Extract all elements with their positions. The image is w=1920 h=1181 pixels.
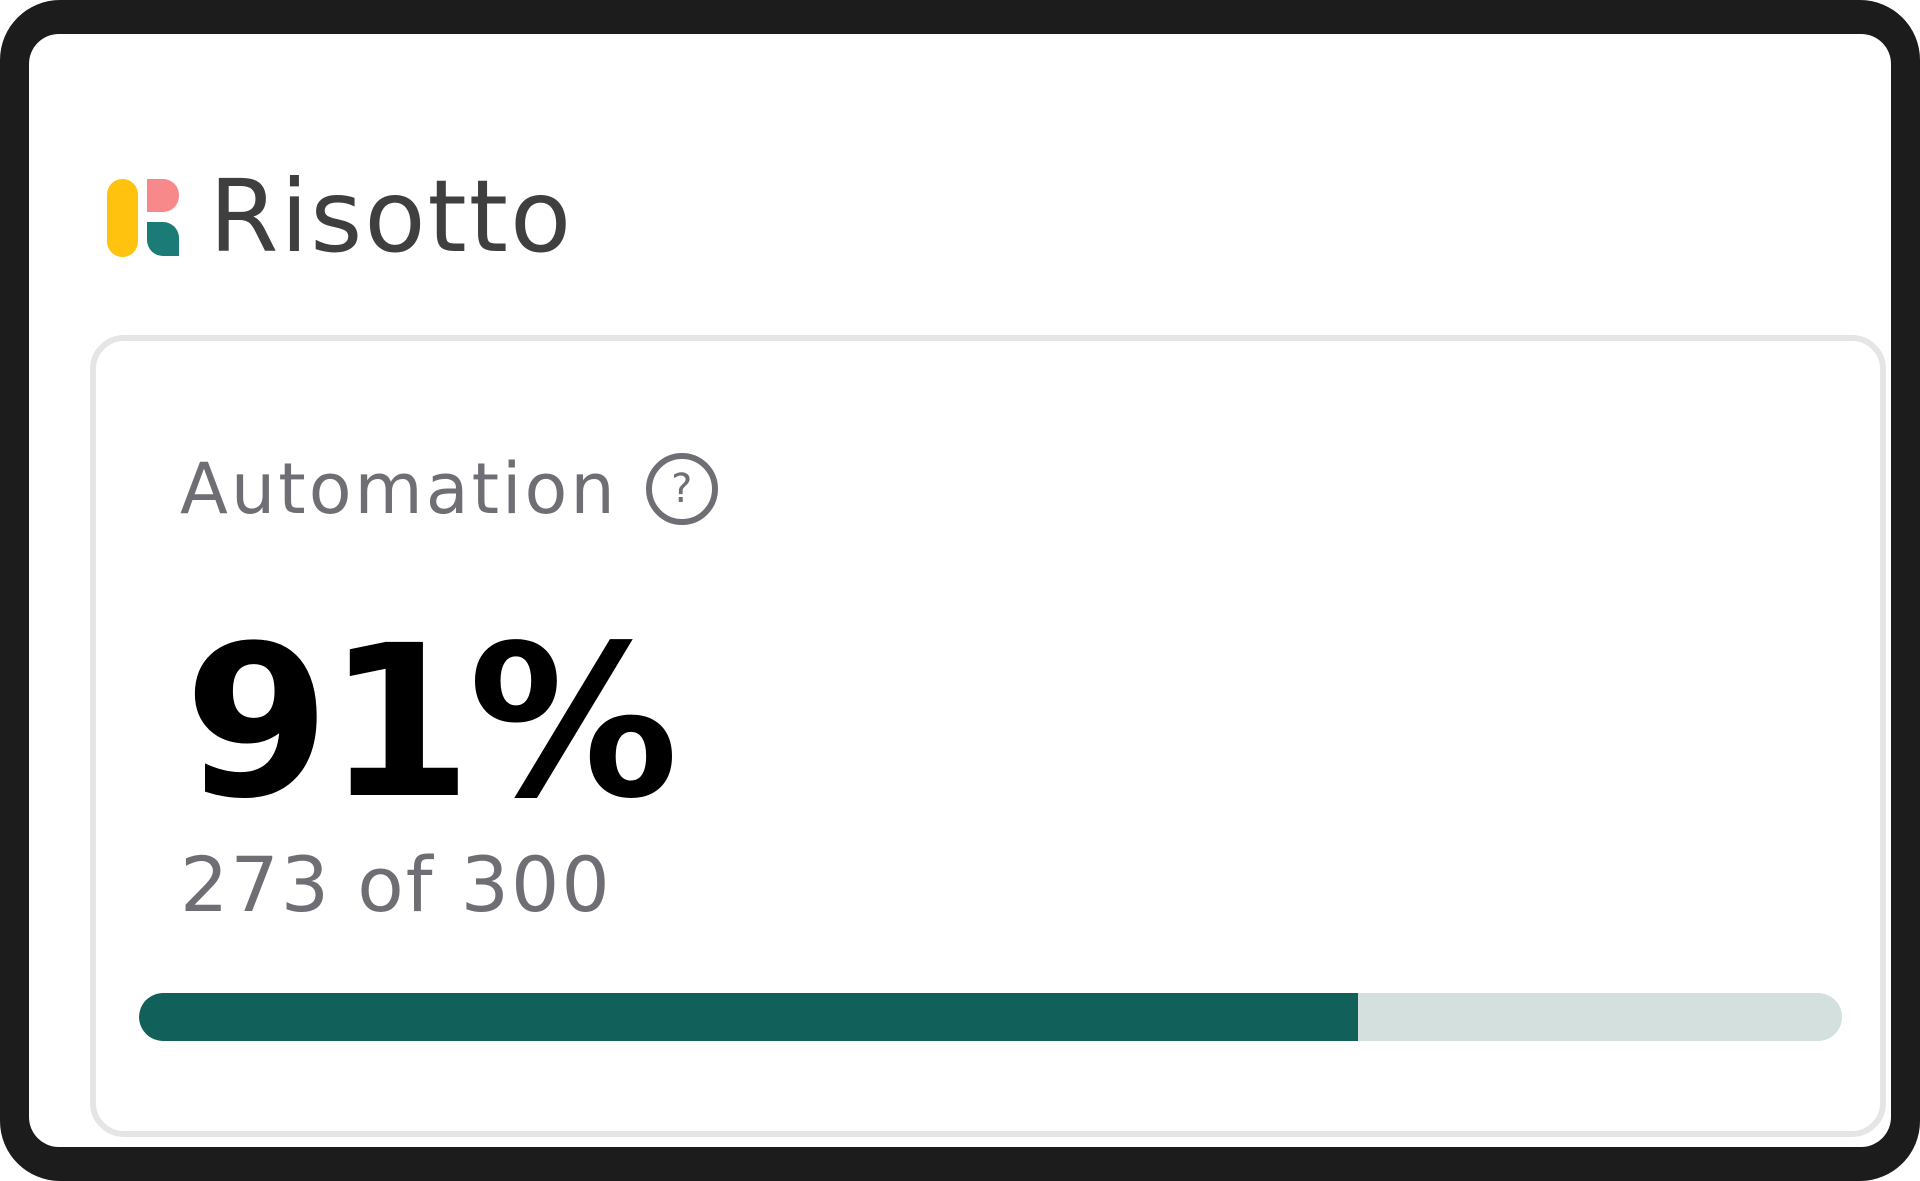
automation-count: 273 of 300 [180,840,612,929]
device-frame: Risotto Automation ? 91% 273 of 300 [0,0,1920,1181]
app-logo: Risotto [107,167,573,267]
automation-percent: 91% [184,600,679,845]
risotto-logo-icon [107,175,179,259]
automation-card: Automation ? 91% 273 of 300 [90,335,1886,1137]
help-glyph: ? [671,466,693,512]
screen: Risotto Automation ? 91% 273 of 300 [29,34,1891,1147]
card-title: Automation [180,448,618,530]
logo-teal-block [147,222,179,256]
progress-bar [139,993,1842,1041]
logo-yellow-block [107,179,138,257]
card-header: Automation ? [180,453,718,525]
progress-bar-fill [139,993,1359,1041]
question-circle-icon[interactable]: ? [645,453,718,525]
logo-pink-block [147,179,179,212]
logo-text: Risotto [209,158,574,275]
